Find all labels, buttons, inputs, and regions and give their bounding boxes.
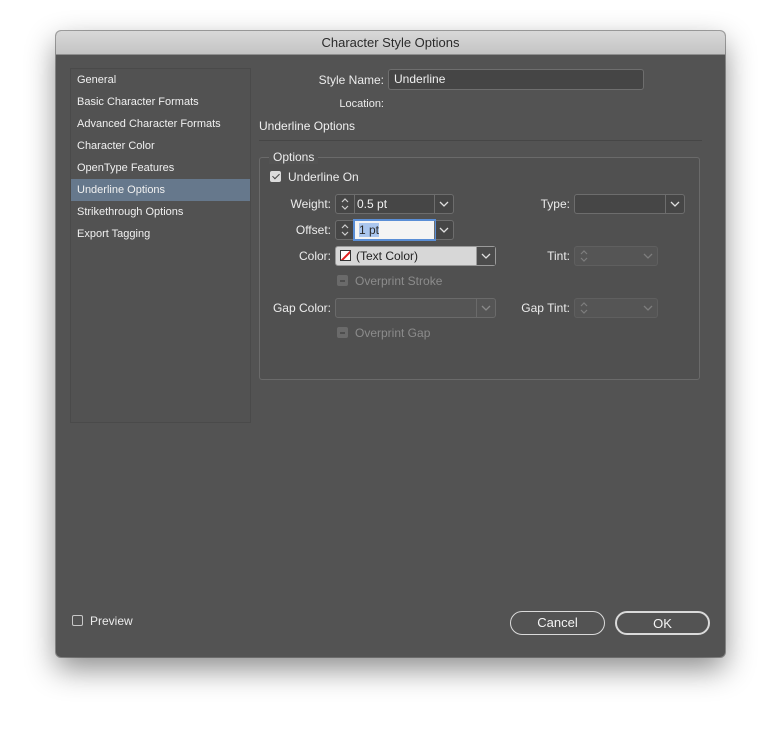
gap-color-dropdown-button[interactable] bbox=[476, 299, 495, 317]
sidebar-item-strikethrough-options[interactable]: Strikethrough Options bbox=[71, 201, 250, 223]
chevron-down-icon bbox=[439, 227, 449, 233]
gap-tint-label: Gap Tint: bbox=[521, 301, 570, 315]
sidebar-item-basic-character-formats[interactable]: Basic Character Formats bbox=[71, 91, 250, 113]
weight-dropdown[interactable] bbox=[434, 195, 453, 213]
chevron-down-icon bbox=[481, 305, 491, 311]
gap-color-dropdown[interactable] bbox=[335, 298, 496, 318]
offset-label: Offset: bbox=[295, 223, 331, 237]
offset-dropdown[interactable] bbox=[434, 221, 453, 239]
underline-on-checkbox[interactable] bbox=[270, 171, 281, 182]
weight-stepper[interactable] bbox=[336, 195, 355, 213]
chevron-down-icon bbox=[670, 201, 680, 207]
location-label: Location: bbox=[339, 98, 384, 110]
sidebar-item-export-tagging[interactable]: Export Tagging bbox=[71, 223, 250, 245]
offset-stepper[interactable] bbox=[336, 221, 355, 239]
tint-dropdown[interactable] bbox=[639, 247, 657, 265]
tint-combo[interactable] bbox=[574, 246, 658, 266]
preview-checkbox[interactable] bbox=[72, 615, 83, 626]
gap-color-label: Gap Color: bbox=[272, 301, 331, 315]
offset-combo[interactable]: 1 pt bbox=[335, 220, 454, 240]
stepper-arrows-icon bbox=[341, 224, 349, 236]
underline-on-label[interactable]: Underline On bbox=[288, 170, 359, 184]
type-label: Type: bbox=[540, 197, 570, 211]
weight-value[interactable]: 0.5 pt bbox=[357, 195, 387, 213]
gap-tint-stepper[interactable] bbox=[575, 299, 593, 317]
tint-label: Tint: bbox=[547, 249, 570, 263]
weight-combo[interactable]: 0.5 pt bbox=[335, 194, 454, 214]
style-name-input[interactable]: Underline bbox=[388, 69, 644, 90]
ok-button[interactable]: OK bbox=[615, 611, 710, 635]
overprint-gap-label: Overprint Gap bbox=[355, 326, 431, 340]
text-color-swatch-icon bbox=[340, 250, 351, 261]
style-name-label: Style Name: bbox=[318, 73, 384, 87]
chevron-down-icon bbox=[481, 253, 491, 259]
cancel-button[interactable]: Cancel bbox=[510, 611, 605, 635]
sidebar-item-character-color[interactable]: Character Color bbox=[71, 135, 250, 157]
options-group bbox=[259, 157, 700, 380]
overprint-stroke-checkbox[interactable] bbox=[337, 275, 348, 286]
tint-stepper[interactable] bbox=[575, 247, 593, 265]
stepper-arrows-icon bbox=[341, 198, 349, 210]
stepper-arrows-icon bbox=[580, 302, 588, 314]
color-dropdown-button[interactable] bbox=[476, 247, 495, 265]
sidebar-item-underline-options[interactable]: Underline Options bbox=[71, 179, 250, 201]
gap-tint-combo[interactable] bbox=[574, 298, 658, 318]
chevron-down-icon bbox=[643, 305, 653, 311]
section-divider bbox=[259, 140, 702, 141]
character-style-options-dialog: Character Style Options General Basic Ch… bbox=[56, 31, 725, 657]
color-label: Color: bbox=[298, 249, 331, 263]
gap-tint-dropdown[interactable] bbox=[639, 299, 657, 317]
overprint-gap-checkbox[interactable] bbox=[337, 327, 348, 338]
color-dropdown[interactable]: (Text Color) bbox=[335, 246, 496, 266]
chevron-down-icon bbox=[439, 201, 449, 207]
sidebar-item-general[interactable]: General bbox=[71, 69, 250, 91]
chevron-down-icon bbox=[643, 253, 653, 259]
offset-input[interactable]: 1 pt bbox=[355, 221, 434, 239]
weight-label: Weight: bbox=[290, 197, 331, 211]
category-list: General Basic Character Formats Advanced… bbox=[70, 68, 251, 423]
preview-label[interactable]: Preview bbox=[90, 614, 133, 628]
options-group-title: Options bbox=[269, 150, 319, 164]
dialog-title: Character Style Options bbox=[56, 31, 725, 55]
type-combo[interactable] bbox=[574, 194, 685, 214]
type-dropdown[interactable] bbox=[665, 195, 684, 213]
sidebar-item-advanced-character-formats[interactable]: Advanced Character Formats bbox=[71, 113, 250, 135]
sidebar-item-opentype-features[interactable]: OpenType Features bbox=[71, 157, 250, 179]
overprint-stroke-label: Overprint Stroke bbox=[355, 274, 443, 288]
section-title: Underline Options bbox=[259, 119, 356, 133]
offset-value[interactable]: 1 pt bbox=[359, 223, 380, 237]
stepper-arrows-icon bbox=[580, 250, 588, 262]
color-value[interactable]: (Text Color) bbox=[356, 247, 418, 265]
